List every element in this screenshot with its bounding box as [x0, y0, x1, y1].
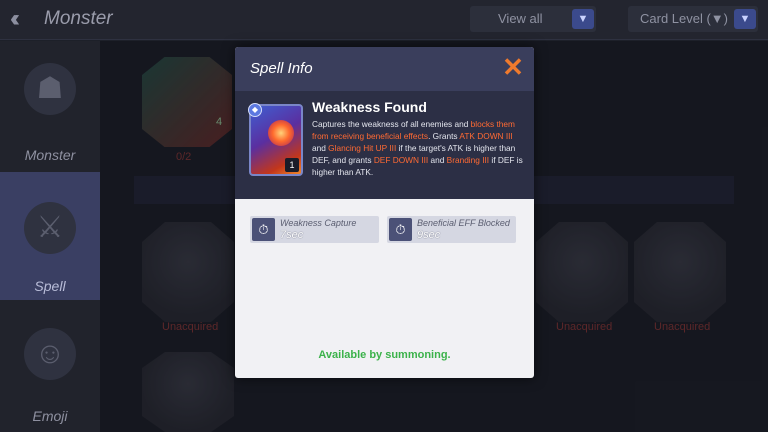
sidebar-item-spell[interactable]: ⚔ Spell — [0, 172, 100, 300]
back-button[interactable]: ‹‹ — [10, 7, 36, 31]
rarity-gem-icon: ◆ — [248, 103, 262, 117]
page-title: Monster — [44, 8, 113, 29]
chevron-down-icon: ▼ — [572, 9, 594, 29]
view-filter-label: View all — [498, 11, 543, 26]
timer-down-icon: ⏱ — [389, 218, 412, 241]
spell-card-image: ◆ 1 — [248, 103, 303, 176]
monster-icon: ☗ — [24, 63, 76, 115]
crossed-swords-icon: ⚔ — [24, 202, 76, 254]
effect-duration: 7sec — [280, 229, 304, 241]
sort-filter-dropdown[interactable]: Card Level (▼) ▼ — [628, 6, 758, 32]
sidebar-item-monster[interactable]: ☗ Monster — [0, 41, 100, 169]
sidebar-item-label: Emoji — [32, 408, 68, 424]
sidebar-item-label: Monster — [24, 147, 76, 163]
sidebar: ☗ Monster ⚔ Spell ☺ Emoji — [0, 41, 100, 432]
spell-name: Weakness Found — [312, 99, 427, 115]
spell-description: Captures the weakness of all enemies and… — [312, 119, 523, 177]
effect-name: Beneficial EFF Blocked — [417, 218, 510, 228]
sort-filter-label: Card Level (▼) — [640, 11, 729, 26]
sidebar-item-label: Spell — [34, 278, 66, 294]
spell-summary: ◆ 1 Weakness Found Captures the weakness… — [235, 91, 534, 199]
availability-note: Available by summoning. — [318, 349, 451, 361]
close-icon[interactable]: ✕ — [498, 52, 528, 82]
card-cost: 1 — [285, 158, 299, 172]
effect-name: Weakness Capture — [280, 218, 357, 228]
view-filter-dropdown[interactable]: View all ▼ — [470, 6, 596, 32]
spell-info-dialog: Spell Info ✕ ◆ 1 Weakness Found Captures… — [235, 47, 534, 378]
dialog-header: Spell Info ✕ — [235, 47, 534, 91]
dialog-title: Spell Info — [250, 60, 313, 77]
effect-duration: 9sec — [417, 229, 441, 241]
timer-down-icon: ⏱ — [252, 218, 275, 241]
top-bar: ‹‹ Monster View all ▼ Card Level (▼) ▼ — [0, 0, 768, 40]
sidebar-item-emoji[interactable]: ☺ Emoji — [0, 303, 100, 431]
smiley-icon: ☺ — [24, 328, 76, 380]
effect-weakness-capture[interactable]: ⏱ Weakness Capture 7sec — [250, 216, 379, 243]
effect-beneficial-eff-blocked[interactable]: ⏱ Beneficial EFF Blocked 9sec — [387, 216, 516, 243]
chevron-down-icon: ▼ — [734, 9, 756, 29]
spell-art — [268, 120, 294, 146]
